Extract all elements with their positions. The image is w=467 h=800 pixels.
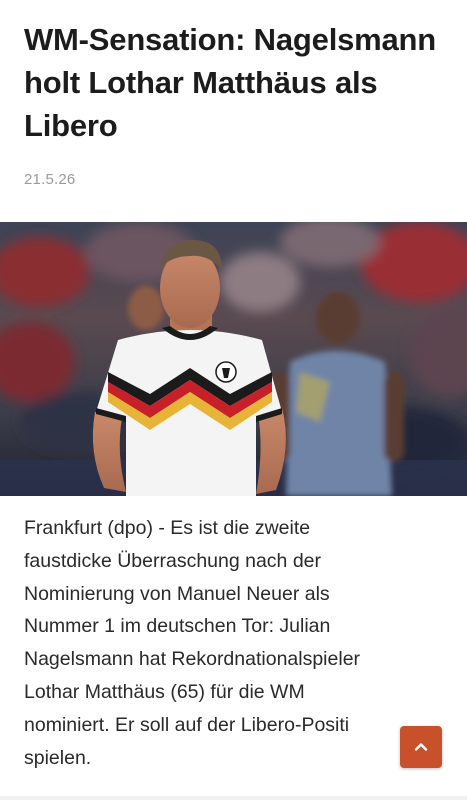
article-headline: WM-Sensation: Nagelsmann holt Lothar Mat… [24, 22, 437, 143]
article-date: 21.5.26 [24, 171, 76, 188]
body-line: Nummer 1 im deutschen Tor: Julian [24, 615, 331, 638]
scroll-to-top-button[interactable] [400, 726, 442, 768]
body-line: Nominierung von Manuel Neuer als [24, 582, 330, 605]
hero-photo [0, 222, 467, 496]
body-line: faustdicke Überraschung nach der [24, 549, 322, 572]
body-line: Lothar Matthäus (65) für die WM [24, 680, 305, 703]
body-line: Frankfurt (dpo) - Es ist die zweite [24, 517, 311, 539]
chevron-up-icon [414, 743, 428, 751]
background-player-left [128, 286, 164, 330]
body-line: Nagelsmann hat Rekordnationalspieler [24, 648, 361, 671]
bottom-divider [0, 796, 467, 800]
article-hero-image [0, 222, 467, 496]
article-body: Frankfurt (dpo) - Es ist die zweite faus… [24, 512, 454, 774]
body-line: nominiert. Er soll auf der Libero-Positi [24, 713, 350, 736]
body-line: spielen. [24, 746, 92, 769]
article-page: WM-Sensation: Nagelsmann holt Lothar Mat… [0, 0, 467, 800]
